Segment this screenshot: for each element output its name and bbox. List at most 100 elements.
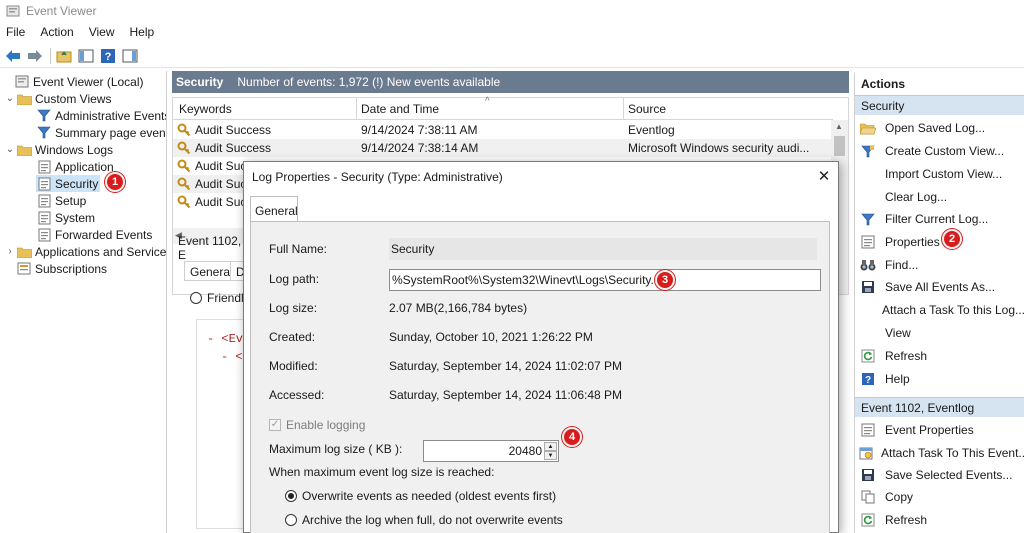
tree-item-custom-views[interactable]: ⌄ Custom Views [4, 90, 112, 107]
column-divider[interactable] [623, 98, 624, 120]
enable-logging-option[interactable]: ✓ Enable logging [269, 418, 365, 432]
console-tree: Event Viewer (Local) ⌄ Custom Views Admi… [0, 71, 167, 533]
folder-icon [16, 143, 32, 157]
spin-up-icon[interactable]: ▲ [544, 442, 557, 451]
chevron-down-icon[interactable]: ⌄ [4, 93, 16, 104]
spin-down-icon[interactable]: ▼ [544, 451, 557, 460]
tree-item-application[interactable]: Application [24, 158, 114, 175]
action-copy[interactable]: Copy [855, 486, 1024, 508]
blank-icon [859, 166, 877, 182]
log-path-field[interactable]: %SystemRoot%\System32\Winevt\Logs\Securi… [389, 269, 821, 291]
table-row[interactable]: Audit Success 9/14/2024 7:38:11 AM Event… [173, 121, 831, 139]
menu-help[interactable]: Help [130, 25, 155, 39]
action-attach-task-to-log[interactable]: Attach a Task To this Log... [855, 299, 1024, 321]
friendly-view-radio[interactable] [190, 292, 202, 304]
action-label: Save Selected Events... [885, 468, 1013, 482]
toolbar: ? [0, 44, 1024, 68]
action-label: Open Saved Log... [885, 121, 986, 135]
action-view[interactable]: View [855, 322, 1024, 344]
action-label: Attach a Task To this Log... [882, 303, 1024, 317]
back-arrow-icon[interactable] [4, 47, 22, 65]
log-header-count: Number of events: 1,972 (!) New events a… [237, 75, 501, 89]
tree-item-windows-logs[interactable]: ⌄ Windows Logs [4, 141, 113, 158]
tree-root[interactable]: Event Viewer (Local) [2, 73, 144, 90]
action-import-custom-view[interactable]: Import Custom View... [855, 163, 1024, 185]
tree-item-administrative-events[interactable]: Administrative Events [24, 107, 167, 124]
forward-arrow-icon[interactable] [26, 47, 44, 65]
annotation-badge-3: 3 [655, 270, 675, 290]
tree-label: Application [55, 159, 114, 174]
tree-item-forwarded-events[interactable]: Forwarded Events [24, 226, 152, 243]
tree-item-system[interactable]: System [24, 209, 95, 226]
close-icon[interactable]: ✕ [814, 167, 834, 185]
chevron-down-icon[interactable]: ⌄ [4, 144, 16, 155]
action-refresh-event[interactable]: Refresh [855, 509, 1024, 531]
tree-label: Administrative Events [55, 108, 167, 123]
friendly-view-option[interactable]: Friendly [190, 291, 250, 305]
svg-text:?: ? [865, 375, 871, 386]
menu-action[interactable]: Action [40, 25, 73, 39]
tree-item-subscriptions[interactable]: Subscriptions [4, 260, 107, 277]
up-folder-icon[interactable] [55, 47, 73, 65]
tree-label: Subscriptions [35, 261, 108, 276]
key-icon [177, 159, 191, 176]
column-divider[interactable] [356, 98, 357, 120]
action-refresh[interactable]: Refresh [855, 345, 1024, 367]
action-filter-current-log[interactable]: Filter Current Log... [855, 208, 1024, 230]
archive-label: Archive the log when full, do not overwr… [302, 513, 563, 527]
max-log-size-stepper[interactable]: 20480 ▲ ▼ [423, 440, 559, 462]
action-open-saved-log[interactable]: Open Saved Log... [855, 117, 1024, 139]
event-viewer-app-icon [6, 5, 20, 17]
log-icon [36, 194, 52, 208]
column-header-date-and-time[interactable]: Date and Time [361, 102, 439, 116]
created-label: Created: [269, 330, 316, 344]
action-find[interactable]: Find... [855, 254, 1024, 276]
action-help[interactable]: ? Help [855, 368, 1024, 390]
overwrite-radio[interactable] [285, 490, 297, 502]
action-create-custom-view[interactable]: Create Custom View... [855, 140, 1024, 162]
show-hide-action-pane-icon[interactable] [121, 47, 139, 65]
scrollbar-thumb[interactable] [834, 136, 845, 156]
action-save-selected-events[interactable]: Save Selected Events... [855, 464, 1024, 486]
menu-file[interactable]: File [6, 25, 25, 39]
table-row[interactable]: Audit Success 9/14/2024 7:38:14 AM Micro… [173, 139, 831, 157]
enable-logging-checkbox[interactable]: ✓ [269, 419, 281, 431]
binoculars-icon [859, 257, 877, 273]
tree-item-setup[interactable]: Setup [24, 192, 86, 209]
chevron-right-icon[interactable]: › [4, 246, 16, 257]
save-icon [859, 279, 877, 295]
log-icon [36, 160, 52, 174]
show-hide-console-tree-icon[interactable] [77, 47, 95, 65]
folder-icon [16, 92, 32, 106]
row-keywords: Audit Suc [195, 159, 247, 173]
action-properties[interactable]: Properties [855, 231, 1024, 253]
action-clear-log[interactable]: Clear Log... [855, 186, 1024, 208]
actions-section-event[interactable]: Event 1102, Eventlog [855, 397, 1024, 417]
tree-item-applications-and-services[interactable]: › Applications and Services Lo [4, 243, 167, 260]
menu-view[interactable]: View [89, 25, 115, 39]
tree-label: Applications and Services Lo [35, 244, 167, 259]
archive-radio[interactable] [285, 514, 297, 526]
overwrite-option[interactable]: Overwrite events as needed (oldest event… [285, 489, 556, 503]
help-icon[interactable]: ? [99, 47, 117, 65]
scroll-up-arrow-icon[interactable]: ▲ [835, 122, 843, 131]
column-header-source[interactable]: Source [628, 102, 666, 116]
action-label: Find... [885, 258, 919, 272]
blank-icon [859, 189, 877, 205]
blank-icon [859, 302, 874, 318]
modified-value: Saturday, September 14, 2024 11:02:07 PM [389, 359, 623, 373]
tree-item-security[interactable]: Security [36, 175, 100, 192]
log-icon [36, 228, 52, 242]
action-attach-task-to-event[interactable]: Attach Task To This Event... [855, 442, 1024, 464]
action-event-properties[interactable]: Event Properties [855, 419, 1024, 441]
overwrite-label: Overwrite events as needed (oldest event… [302, 489, 557, 503]
archive-option[interactable]: Archive the log when full, do not overwr… [285, 513, 563, 527]
filter-icon [36, 109, 52, 123]
actions-section-security[interactable]: Security [855, 95, 1024, 115]
dialog-tab-general[interactable]: General [250, 196, 298, 222]
action-save-all-events-as[interactable]: Save All Events As... [855, 276, 1024, 298]
column-header-keywords[interactable]: Keywords [179, 102, 232, 116]
log-properties-dialog: Log Properties - Security (Type: Adminis… [243, 161, 839, 533]
tree-label: Windows Logs [35, 142, 114, 157]
tree-item-summary-page-events[interactable]: Summary page events [24, 124, 166, 141]
